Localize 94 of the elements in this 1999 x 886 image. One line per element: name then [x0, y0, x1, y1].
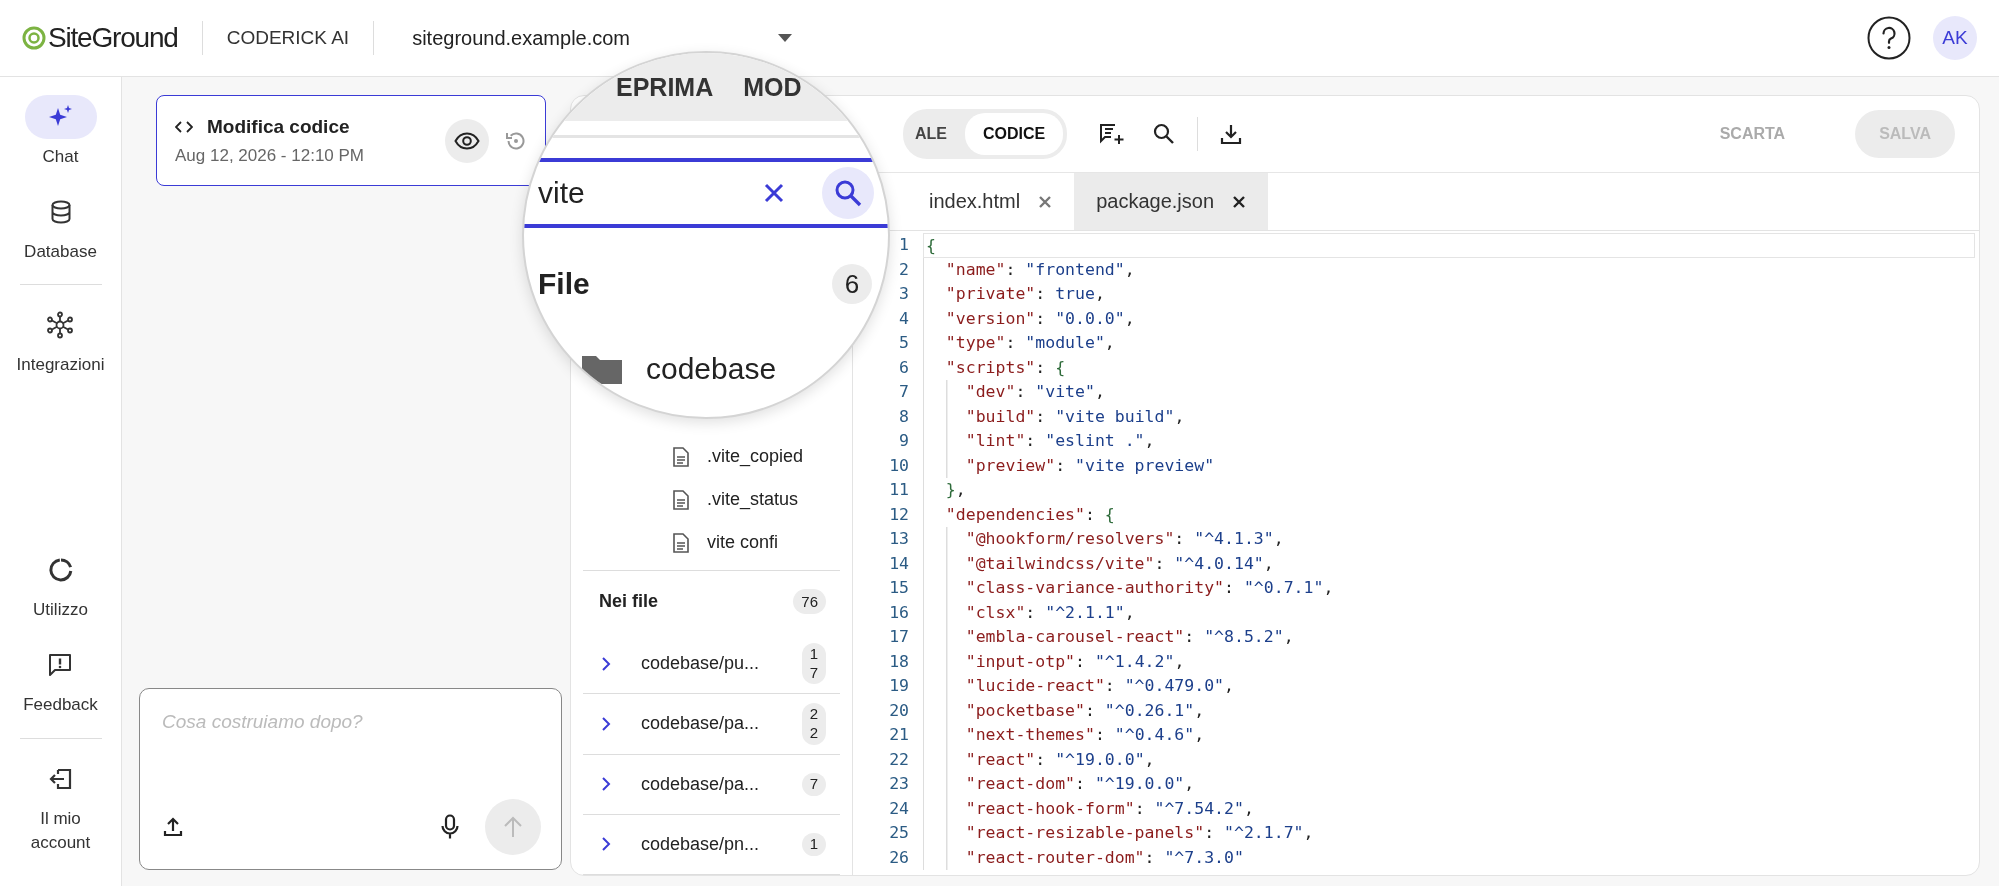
code-line: }, — [923, 478, 1975, 503]
close-icon[interactable] — [1232, 194, 1247, 209]
file-icon — [673, 446, 689, 467]
tab-label: MOD — [743, 72, 802, 102]
match-count: 1 — [802, 833, 826, 856]
file-item[interactable]: vite confi — [673, 521, 840, 564]
chevron-right-icon — [601, 776, 611, 793]
user-avatar[interactable]: AK — [1933, 16, 1977, 60]
section-title: File — [538, 267, 590, 301]
search-result[interactable]: codebase/pn... 1 — [583, 814, 840, 875]
search-result[interactable]: codebase/pa... 7 — [583, 754, 840, 815]
file-tab[interactable]: index.html — [909, 173, 1075, 230]
line-number: 18 — [888, 650, 910, 673]
line-number: 12 — [888, 503, 910, 526]
product-name: CODERICK AI — [226, 27, 350, 49]
line-number: 22 — [888, 748, 910, 771]
help-icon — [1867, 16, 1911, 60]
line-number: 8 — [898, 405, 910, 428]
line-number: 16 — [888, 601, 910, 624]
folder-icon — [582, 354, 622, 384]
nav-item[interactable]: Integrazioni — [16, 303, 105, 378]
chevron-right-icon — [601, 836, 611, 853]
microphone-icon[interactable] — [441, 814, 459, 840]
nav-item[interactable]: Utilizzo — [24, 548, 97, 624]
line-number: 26 — [888, 846, 910, 869]
arrow-up-icon — [503, 816, 523, 838]
line-number: 6 — [898, 356, 910, 379]
result-count: 76 — [793, 589, 826, 614]
match-count: 17 — [802, 642, 826, 685]
line-number: 3 — [898, 283, 910, 305]
nav-item[interactable]: Database — [24, 189, 97, 265]
database-icon — [49, 199, 72, 224]
code-line: "type": "module", — [923, 331, 1975, 356]
preview-button[interactable] — [445, 118, 489, 163]
line-number: 10 — [888, 454, 910, 477]
download-icon[interactable] — [1220, 123, 1243, 145]
chevron-right-icon — [601, 715, 611, 732]
help-button[interactable] — [1867, 16, 1911, 60]
card-date: Aug 12, 2026 - 12:10 PM — [175, 145, 366, 166]
line-number: 25 — [888, 822, 910, 844]
line-number: 9 — [898, 430, 910, 452]
code-line: "name": "frontend", — [923, 257, 1975, 282]
section-title: Nei file — [599, 591, 659, 612]
line-number: 5 — [898, 332, 910, 354]
line-number: 4 — [898, 307, 910, 330]
prompt-field[interactable]: Cosa costruiamo dopo? — [162, 711, 541, 733]
progress-ring-icon — [47, 557, 74, 584]
line-number: 7 — [898, 381, 910, 403]
nav-item[interactable]: Il mio account — [10, 756, 111, 856]
line-number: 15 — [888, 577, 910, 599]
result-count: 6 — [832, 264, 872, 304]
caret-icon — [778, 34, 793, 42]
code-line: "private": true, — [923, 282, 1975, 307]
comment-add-icon[interactable] — [1099, 122, 1126, 146]
file-item[interactable]: .vite_copied — [673, 435, 840, 478]
line-number: 19 — [888, 675, 910, 697]
line-number: 14 — [888, 552, 910, 575]
view-mode-tab[interactable]: CODICE — [965, 113, 1064, 155]
line-number: 13 — [888, 528, 910, 550]
view-mode-tab[interactable]: ALE — [907, 113, 965, 155]
site-selector[interactable]: siteground.example.com — [412, 26, 793, 50]
line-number: 23 — [888, 773, 910, 795]
match-count: 22 — [802, 703, 826, 745]
line-number: 1 — [898, 234, 910, 256]
code-line: "version": "0.0.0", — [923, 306, 1975, 331]
tab-label: EPRIMA — [616, 72, 714, 102]
search-button[interactable] — [822, 167, 874, 219]
line-number: 17 — [888, 626, 910, 648]
code-icon — [175, 119, 193, 134]
network-icon — [46, 311, 75, 340]
nav-item[interactable]: Feedback — [23, 643, 98, 718]
file-icon — [673, 489, 689, 510]
line-number: 24 — [888, 797, 910, 820]
file-icon — [673, 532, 689, 553]
search-icon — [834, 179, 862, 207]
file-tab[interactable]: package.json — [1074, 173, 1269, 230]
line-number: 2 — [898, 258, 910, 281]
upload-icon[interactable] — [162, 816, 184, 838]
chat-history-card[interactable]: Modifica codice Aug 12, 2026 - 12:10 PM — [156, 95, 546, 186]
eye-icon — [454, 131, 480, 150]
line-number: 20 — [888, 699, 910, 722]
line-number: 21 — [888, 724, 910, 746]
search-icon[interactable] — [1153, 123, 1176, 145]
feedback-icon — [47, 652, 74, 679]
match-count: 7 — [802, 772, 826, 796]
line-number: 11 — [888, 479, 910, 501]
search-result[interactable]: codebase/pu... 17 — [583, 634, 840, 695]
card-title: Modifica codice — [207, 115, 350, 138]
file-item[interactable]: .vite_status — [673, 478, 840, 521]
search-result[interactable]: codebase/pa... 22 — [583, 694, 840, 755]
folder-item[interactable]: codebase — [582, 352, 888, 386]
siteground-logo[interactable]: SiteGround — [22, 22, 178, 54]
close-icon[interactable] — [764, 183, 784, 203]
chevron-right-icon — [601, 655, 611, 672]
